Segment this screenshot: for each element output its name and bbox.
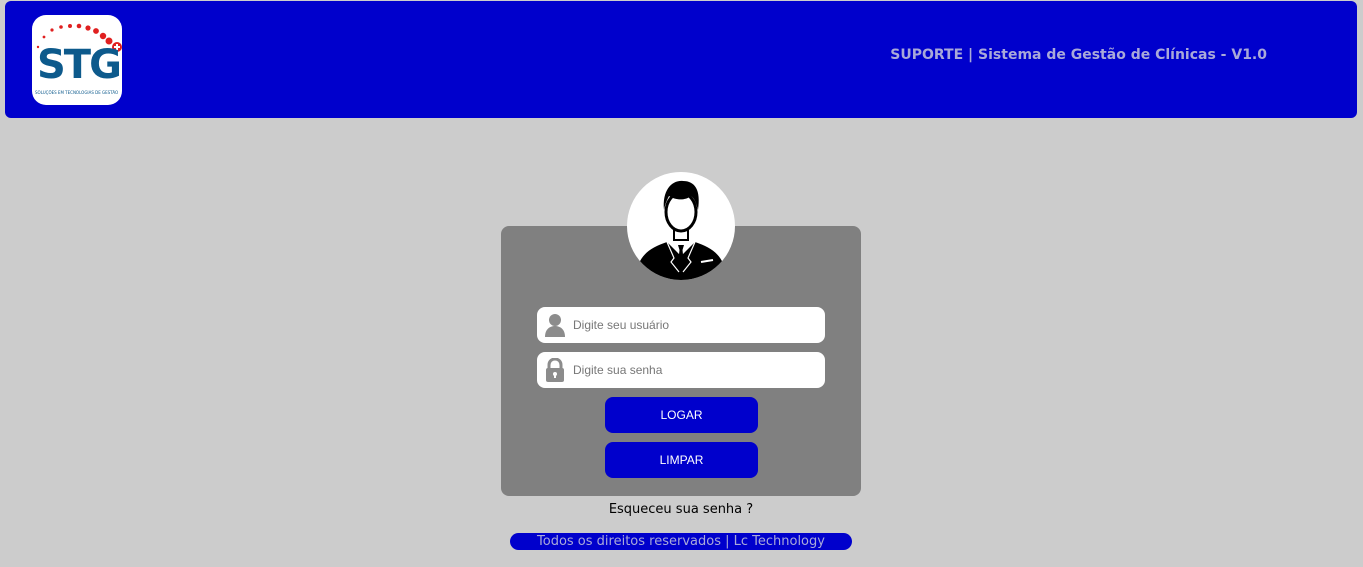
stg-logo: STG SOLUÇÕES EM TECNOLOGIAS DE GESTÃO (32, 15, 122, 105)
password-field[interactable] (537, 352, 825, 388)
password-input[interactable] (573, 352, 817, 388)
footer-text: Todos os direitos reservados | Lc Techno… (537, 534, 825, 549)
page-title: SUPORTE | Sistema de Gestão de Clínicas … (890, 47, 1267, 63)
logo-subtitle: SOLUÇÕES EM TECNOLOGIAS DE GESTÃO (35, 90, 119, 95)
logo-text: STG (37, 42, 122, 88)
login-button[interactable]: LOGAR (605, 397, 758, 433)
user-icon (545, 314, 565, 337)
username-input[interactable] (573, 307, 817, 343)
username-field[interactable] (537, 307, 825, 343)
clear-button[interactable]: LIMPAR (605, 442, 758, 478)
footer-bar: Todos os direitos reservados | Lc Techno… (510, 533, 852, 550)
businessman-avatar-icon (627, 172, 735, 280)
forgot-password-link[interactable]: Esqueceu sua senha ? (501, 502, 861, 517)
header-bar: STG SOLUÇÕES EM TECNOLOGIAS DE GESTÃO SU… (5, 1, 1357, 118)
padlock-icon (546, 358, 564, 382)
